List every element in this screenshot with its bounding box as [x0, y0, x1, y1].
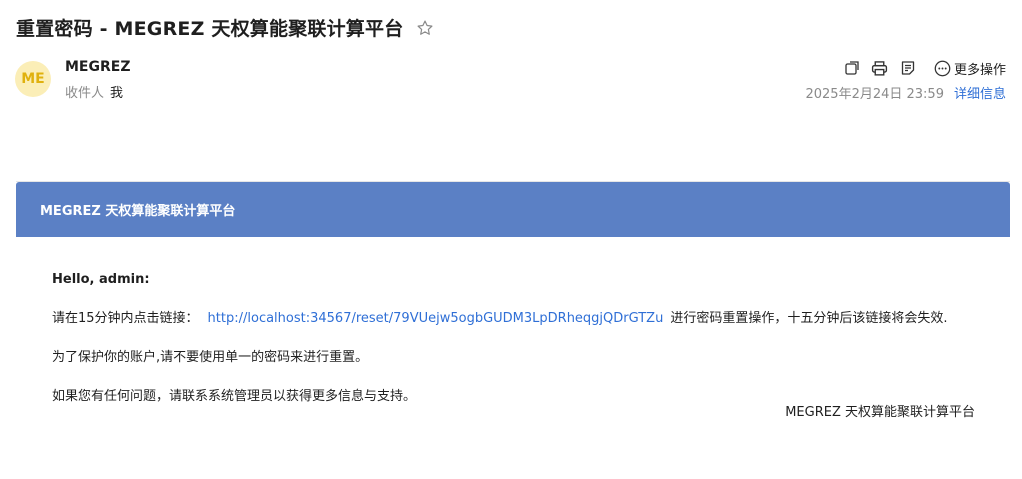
- note-icon[interactable]: [898, 58, 918, 78]
- details-link[interactable]: 详细信息: [954, 83, 1006, 102]
- sender-name[interactable]: MEGREZ: [65, 59, 130, 75]
- email-date: 2025年2月24日 23:59: [805, 87, 944, 102]
- more-circle-icon: [934, 60, 951, 77]
- star-icon[interactable]: [415, 18, 435, 38]
- print-icon[interactable]: [870, 58, 890, 78]
- reset-instructions-suffix: 进行密码重置操作，十五分钟后该链接将会失效.: [670, 311, 948, 326]
- email-toolbar: 更多操作: [834, 58, 1006, 78]
- recipient-label: 收件人: [65, 86, 105, 101]
- recipient-value[interactable]: 我: [110, 86, 123, 101]
- new-window-icon[interactable]: [842, 58, 862, 78]
- more-actions-button[interactable]: 更多操作: [934, 59, 1006, 78]
- avatar: ME: [15, 61, 51, 97]
- banner: MEGREZ 天权算能聚联计算平台: [16, 182, 1010, 237]
- meta-row: 2025年2月24日 23:59 详细信息: [805, 83, 1006, 102]
- email-subject-row: 重置密码 - MEGREZ 天权算能聚联计算平台: [16, 14, 435, 41]
- security-notice: 为了保护你的账户,请不要使用单一的密码来进行重置。: [52, 350, 369, 365]
- greeting: Hello, admin:: [52, 272, 150, 287]
- recipient-row: 收件人我: [65, 82, 123, 101]
- body-content: Hello, admin: 请在15分钟内点击链接： http://localho…: [16, 270, 1010, 423]
- reset-link[interactable]: http://localhost:34567/reset/79VUejw5ogb…: [208, 311, 664, 326]
- email-body: MEGREZ 天权算能聚联计算平台 Hello, admin: 请在15分钟内点…: [16, 181, 1010, 471]
- more-actions-label: 更多操作: [953, 62, 1006, 78]
- email-subject: 重置密码 - MEGREZ 天权算能聚联计算平台: [16, 18, 404, 40]
- reset-instructions-prefix: 请在15分钟内点击链接：: [52, 311, 199, 326]
- reset-instructions: 请在15分钟内点击链接： http://localhost:34567/reset…: [52, 309, 974, 329]
- banner-title: MEGREZ 天权算能聚联计算平台: [40, 204, 236, 219]
